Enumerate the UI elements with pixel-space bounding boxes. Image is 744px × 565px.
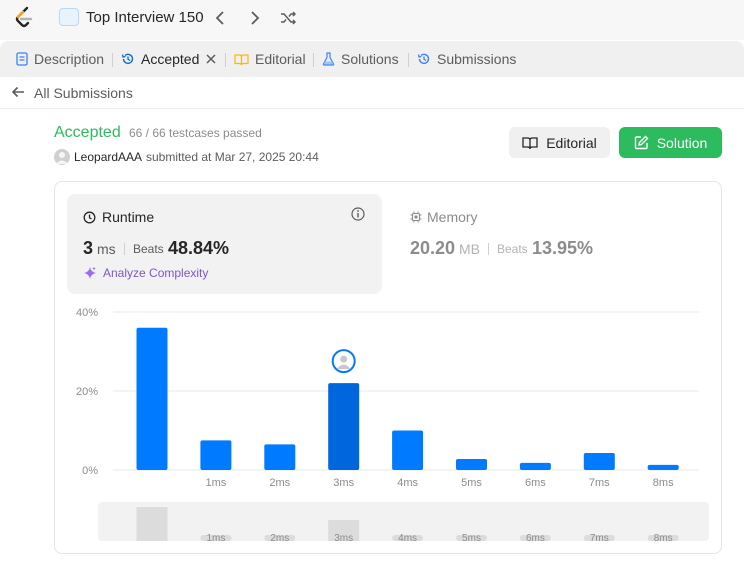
submitted-at: submitted at Mar 27, 2025 20:44 (146, 150, 319, 164)
x-tick-label: 1ms (206, 477, 227, 489)
next-problem-button[interactable] (245, 8, 265, 28)
leetcode-logo-icon[interactable] (13, 6, 35, 30)
close-tab-button[interactable] (204, 52, 218, 66)
tab-label: Editorial (255, 51, 306, 67)
user-avatar-icon (56, 152, 68, 164)
chart-bar[interactable] (647, 464, 679, 470)
chevron-left-icon (215, 11, 224, 25)
runtime-value: 3 (83, 238, 94, 258)
random-problem-button[interactable] (278, 8, 298, 28)
runtime-beats-label: Beats (133, 242, 164, 256)
memory-beats-value: 13.95% (532, 238, 594, 258)
testcases-passed: 66 / 66 testcases passed (129, 126, 262, 140)
x-tick-label: 3ms (333, 477, 354, 489)
tab-label: Submissions (437, 51, 517, 67)
arrow-left-icon[interactable] (11, 85, 25, 99)
memory-beats-label: Beats (497, 242, 528, 256)
editorial-button-label: Editorial (546, 134, 597, 151)
book-icon (234, 53, 249, 66)
sparkle-icon (84, 266, 96, 279)
memory-value: 20.20 (410, 238, 456, 258)
submission-status: Accepted (54, 124, 121, 141)
flask-icon (322, 52, 335, 66)
tab-divider (112, 53, 113, 67)
tab-divider (408, 53, 409, 67)
x-tick-label: 4ms (397, 477, 418, 489)
chart-bar[interactable] (200, 440, 232, 470)
chart-bar[interactable] (264, 444, 296, 470)
divider (488, 243, 489, 255)
history-icon (121, 52, 135, 66)
y-tick-label: 20% (76, 386, 98, 398)
analyze-complexity-button[interactable]: Analyze Complexity (83, 266, 208, 280)
tab-solutions[interactable]: Solutions (322, 41, 399, 77)
tab-divider (313, 53, 314, 67)
x-tick-label: 8ms (653, 477, 674, 489)
chip-icon (410, 211, 422, 223)
prev-problem-button[interactable] (210, 8, 230, 28)
y-tick-label: 40% (76, 307, 98, 319)
minimap-bar (136, 507, 168, 541)
info-icon[interactable] (351, 207, 365, 221)
avatar[interactable] (54, 149, 70, 165)
avatar-head-icon (340, 355, 348, 363)
study-plan-title[interactable]: Top Interview 150 (86, 9, 204, 26)
chart-bar[interactable] (519, 462, 551, 470)
runtime-unit: ms (97, 241, 116, 257)
minimap-tick-label: 5ms (462, 533, 481, 544)
chart-bar[interactable] (392, 430, 424, 471)
chart-bar[interactable] (136, 327, 168, 470)
tab-label: Accepted (141, 51, 200, 67)
all-submissions-link[interactable]: All Submissions (34, 85, 133, 101)
memory-unit: MB (459, 241, 480, 257)
solution-button[interactable]: Solution (619, 127, 722, 158)
runtime-beats-value: 48.84% (168, 238, 230, 258)
minimap-tick-label: 2ms (270, 533, 289, 544)
minimap-tick-label: 1ms (206, 533, 225, 544)
username-link[interactable]: LeopardAAA (74, 150, 142, 164)
x-tick-label: 6ms (525, 477, 546, 489)
editorial-button[interactable]: Editorial (509, 127, 610, 158)
x-tick-label: 5ms (461, 477, 482, 489)
shuffle-icon (281, 11, 296, 25)
memory-tab[interactable]: Memory (410, 209, 478, 225)
minimap-tick-label: 6ms (526, 533, 545, 544)
minimap-tick-label: 3ms (334, 533, 353, 544)
x-tick-label: 7ms (589, 477, 610, 489)
tab-submissions[interactable]: Submissions (417, 41, 516, 77)
book-icon (522, 136, 538, 149)
chevron-right-icon (251, 11, 260, 25)
minimap-tick-label: 4ms (398, 533, 417, 544)
minimap-tick-label: 8ms (654, 533, 673, 544)
divider (124, 243, 125, 255)
tab-label: Solutions (341, 51, 399, 67)
tab-editorial[interactable]: Editorial (234, 41, 306, 77)
runtime-heading: Runtime (83, 209, 154, 225)
study-plan-icon (59, 8, 79, 26)
chart-bar[interactable] (583, 453, 615, 470)
memory-label: Memory (427, 209, 478, 225)
tab-label: Description (34, 51, 105, 67)
tab-divider (225, 53, 226, 67)
runtime-label: Runtime (102, 209, 155, 225)
y-tick-label: 0% (82, 465, 98, 477)
history-icon (417, 52, 431, 66)
solution-button-label: Solution (656, 134, 708, 151)
description-icon (16, 52, 28, 66)
chart-bar[interactable] (328, 383, 360, 470)
chart-bar[interactable] (456, 458, 487, 470)
minimap-tick-label: 7ms (590, 533, 609, 544)
close-icon (206, 54, 216, 64)
edit-icon (634, 135, 649, 150)
analyze-complexity-label: Analyze Complexity (103, 266, 209, 280)
tab-accepted[interactable]: Accepted (121, 41, 199, 77)
x-tick-label: 2ms (269, 477, 290, 489)
tab-description[interactable]: Description (16, 41, 104, 77)
clock-icon (83, 211, 96, 223)
